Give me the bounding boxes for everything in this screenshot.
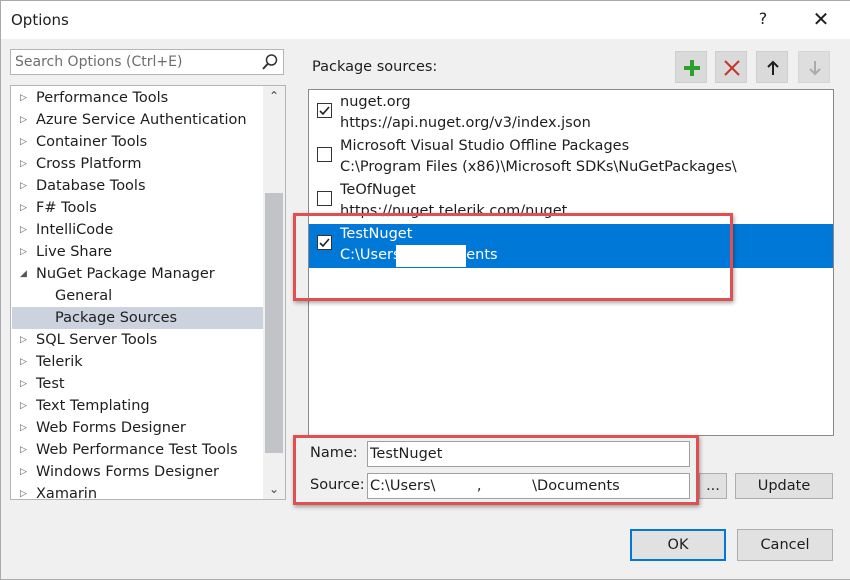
search-input[interactable]	[15, 53, 255, 71]
collapsed-arrow-icon[interactable]: ▷	[20, 153, 30, 175]
tree-scrollbar[interactable]: ⌃ ⌄	[263, 86, 285, 499]
highlight-box-form	[293, 435, 699, 505]
tree-item-label: F# Tools	[36, 200, 97, 216]
move-up-button[interactable]	[756, 51, 788, 83]
browse-button[interactable]: ...	[699, 473, 727, 499]
scrollbar-thumb[interactable]	[265, 193, 283, 453]
collapsed-arrow-icon[interactable]: ▷	[20, 417, 30, 439]
tree-item-label: Web Performance Test Tools	[36, 442, 238, 458]
collapsed-arrow-icon[interactable]: ▷	[20, 131, 30, 153]
tree-item-label: NuGet Package Manager	[36, 266, 215, 282]
list-item[interactable]: Microsoft Visual Studio Offline Packages…	[309, 136, 833, 180]
source-checkbox[interactable]	[317, 147, 332, 162]
collapsed-arrow-icon[interactable]: ▷	[20, 175, 30, 197]
list-item[interactable]: nuget.org https://api.nuget.org/v3/index…	[309, 92, 833, 136]
collapsed-arrow-icon[interactable]: ▷	[20, 241, 30, 263]
tree-item[interactable]: ▷ Cross Platform	[12, 153, 263, 175]
source-name: nuget.org	[340, 94, 411, 110]
package-sources-label: Package sources:	[312, 59, 438, 75]
collapsed-arrow-icon[interactable]: ▷	[20, 395, 30, 417]
scroll-up-icon[interactable]: ⌃	[263, 86, 285, 106]
expanded-arrow-icon[interactable]: ◢	[20, 263, 30, 285]
source-url: C:\Program Files (x86)\Microsoft SDKs\Nu…	[340, 159, 737, 175]
source-name: Microsoft Visual Studio Offline Packages	[340, 138, 630, 154]
collapsed-arrow-icon[interactable]: ▷	[20, 439, 30, 461]
tree-item[interactable]: ▷ Performance Tools	[12, 87, 263, 109]
close-icon[interactable]: ✕	[806, 5, 836, 33]
source-checkbox[interactable]	[317, 191, 332, 206]
collapsed-arrow-icon[interactable]: ▷	[20, 351, 30, 373]
collapsed-arrow-icon[interactable]: ▷	[20, 373, 30, 395]
move-down-button[interactable]	[798, 51, 830, 83]
options-dialog: Options ? ✕ ▷ Performance Tools ▷ Azure Ser…	[0, 0, 850, 580]
tree-item-label: Performance Tools	[36, 90, 169, 106]
title-bar: Options ? ✕	[1, 1, 850, 39]
tree-item[interactable]: ▷ Container Tools	[12, 131, 263, 153]
tree-item[interactable]: ▷ Web Performance Test Tools	[12, 439, 263, 461]
tree-item-label: Database Tools	[36, 178, 146, 194]
plus-icon	[684, 60, 700, 76]
tree-item-label: SQL Server Tools	[36, 332, 158, 348]
tree-item[interactable]: ▷ Xamarin	[12, 483, 263, 500]
tree-item-label: Xamarin	[36, 486, 98, 500]
tree-item[interactable]: ▷ Windows Forms Designer	[12, 461, 263, 483]
ok-button[interactable]: OK	[630, 529, 726, 561]
tree-item-label: Text Templating	[36, 398, 150, 414]
search-icon[interactable]	[261, 53, 279, 71]
collapsed-arrow-icon[interactable]: ▷	[20, 483, 30, 499]
tree-item[interactable]: ▷ Azure Service Authentication	[12, 109, 263, 131]
source-name: TeOfNuget	[340, 182, 416, 198]
tree-item[interactable]: General	[12, 285, 263, 307]
tree-item[interactable]: ▷ IntelliCode	[12, 219, 263, 241]
tree-item-label: Container Tools	[36, 134, 148, 150]
tree-item[interactable]: ▷ Test	[12, 373, 263, 395]
add-source-button[interactable]	[675, 51, 707, 83]
update-button[interactable]: Update	[735, 473, 833, 499]
tree-item[interactable]: ◢ NuGet Package Manager	[12, 263, 263, 285]
tree-item[interactable]: ▷ SQL Server Tools	[12, 329, 263, 351]
remove-icon	[724, 60, 740, 76]
scroll-down-icon[interactable]: ⌄	[263, 479, 285, 499]
tree-item-label: Windows Forms Designer	[36, 464, 219, 480]
tree-item-label: Package Sources	[55, 310, 178, 326]
tree-item-label: Web Forms Designer	[36, 420, 186, 436]
tree-item-label: Test	[36, 376, 65, 392]
collapsed-arrow-icon[interactable]: ▷	[20, 87, 30, 109]
tree-item[interactable]: ▷ Text Templating	[12, 395, 263, 417]
tree-item-label: IntelliCode	[36, 222, 114, 238]
source-url: https://api.nuget.org/v3/index.json	[340, 115, 591, 131]
cancel-button[interactable]: Cancel	[737, 529, 833, 561]
arrow-down-icon	[809, 61, 821, 76]
source-checkbox[interactable]	[317, 103, 332, 118]
collapsed-arrow-icon[interactable]: ▷	[20, 329, 30, 351]
collapsed-arrow-icon[interactable]: ▷	[20, 109, 30, 131]
tree-item-label: Azure Service Authentication	[36, 112, 247, 128]
remove-source-button[interactable]	[715, 51, 747, 83]
tree-item[interactable]: ▷ Web Forms Designer	[12, 417, 263, 439]
collapsed-arrow-icon[interactable]: ▷	[20, 197, 30, 219]
arrow-up-icon	[767, 60, 779, 75]
help-icon[interactable]: ?	[753, 9, 773, 28]
tree-item-label: General	[55, 288, 113, 304]
collapsed-arrow-icon[interactable]: ▷	[20, 219, 30, 241]
search-box[interactable]	[10, 49, 284, 75]
tree-item[interactable]: ▷ Live Share	[12, 241, 263, 263]
collapsed-arrow-icon[interactable]: ▷	[20, 461, 30, 483]
highlight-box-list	[293, 213, 733, 301]
options-tree: ▷ Performance Tools ▷ Azure Service Authent…	[10, 85, 286, 500]
tree-item-label: Cross Platform	[36, 156, 142, 172]
tree-item[interactable]: ▷ Database Tools	[12, 175, 263, 197]
tree-item[interactable]: Package Sources	[12, 307, 263, 329]
tree-item-label: Live Share	[36, 244, 113, 260]
tree-item[interactable]: ▷ Telerik	[12, 351, 263, 373]
tree-item-label: Telerik	[36, 354, 83, 370]
tree-item[interactable]: ▷ F# Tools	[12, 197, 263, 219]
dialog-title: Options	[11, 11, 69, 29]
checkmark-icon	[319, 106, 330, 116]
